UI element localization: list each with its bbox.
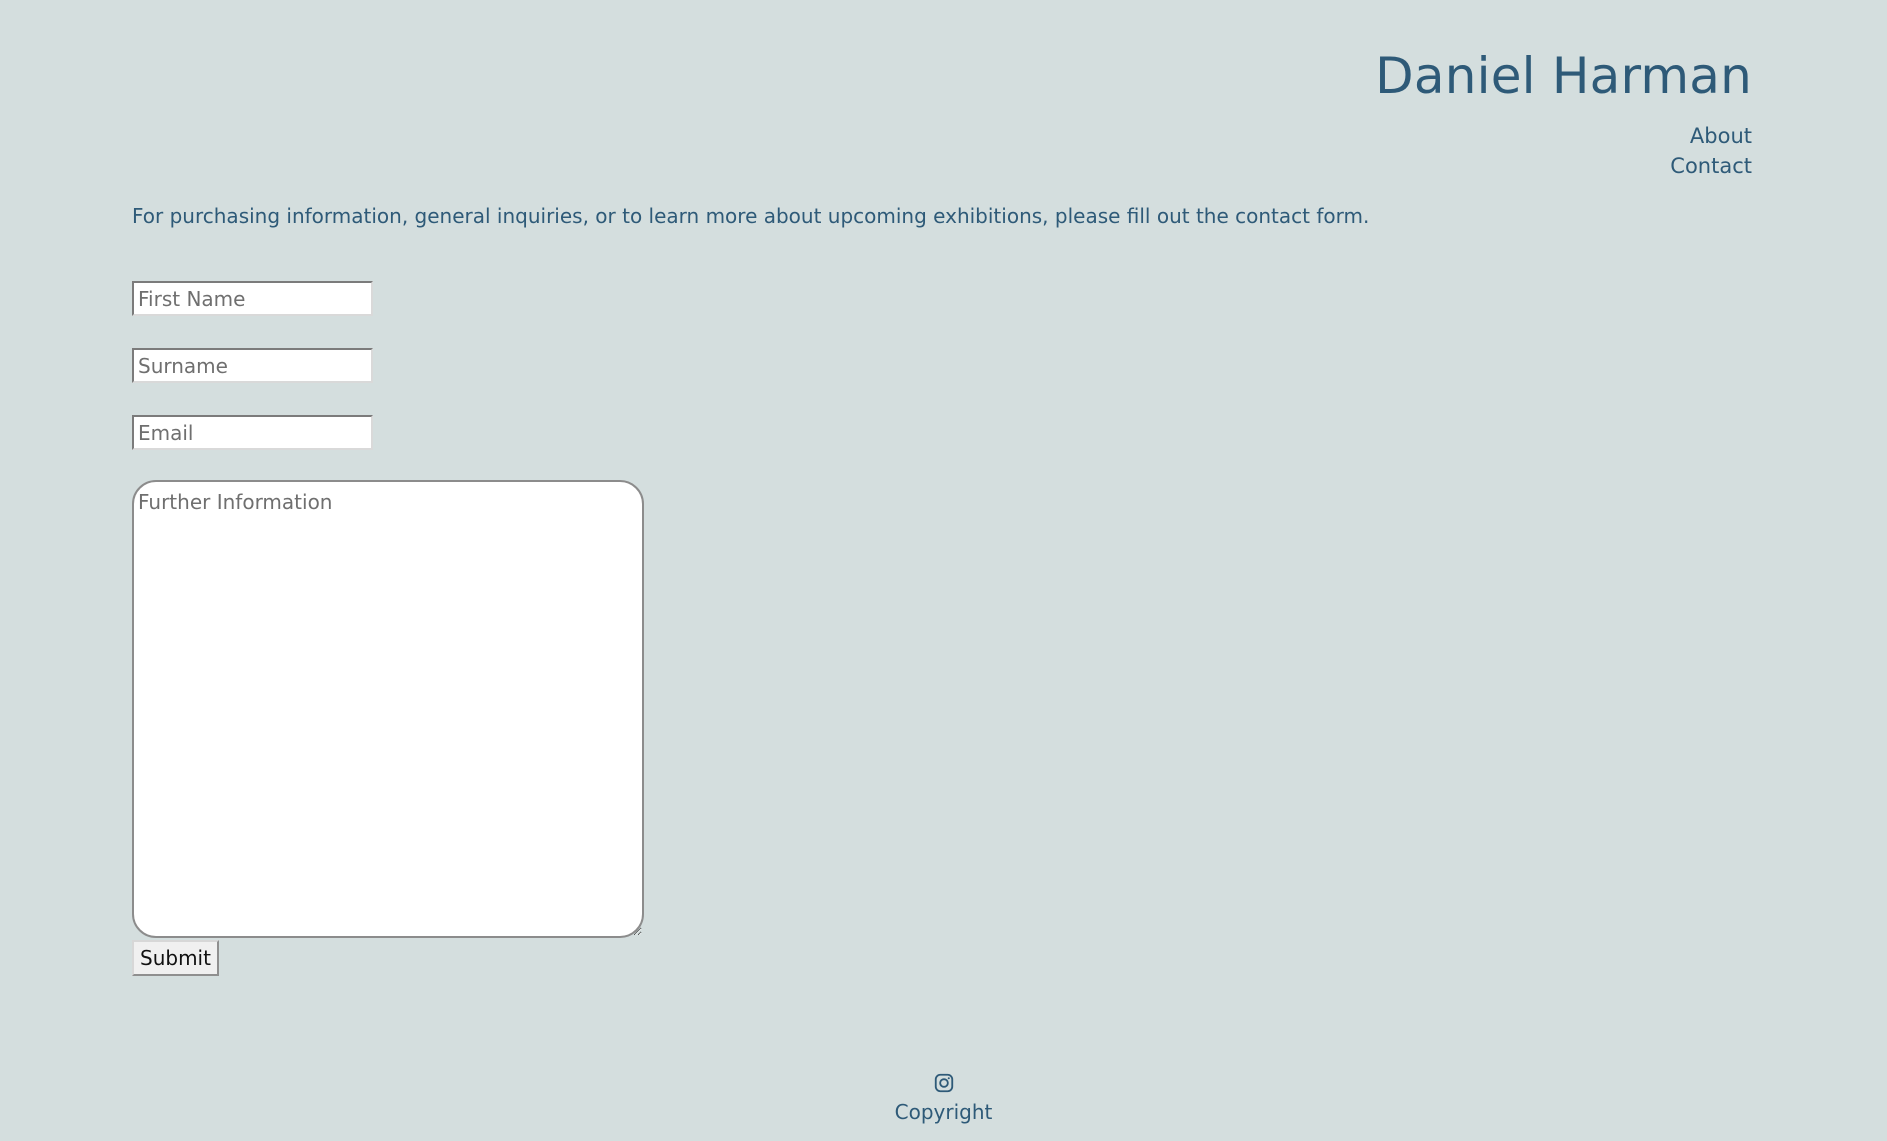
first-name-input[interactable] — [132, 281, 373, 316]
site-header: Daniel Harman About Contact — [1375, 47, 1752, 181]
submit-button[interactable]: Submit — [132, 940, 219, 976]
email-input[interactable] — [132, 415, 373, 450]
site-title: Daniel Harman — [1375, 47, 1752, 105]
site-footer: Copyright — [0, 1072, 1887, 1125]
further-information-textarea[interactable] — [132, 480, 644, 938]
main-navigation: About Contact — [1375, 121, 1752, 181]
copyright-text: Copyright — [894, 1100, 993, 1124]
nav-about-link[interactable]: About — [1375, 121, 1752, 151]
nav-contact-link[interactable]: Contact — [1375, 151, 1752, 181]
contact-intro-text: For purchasing information, general inqu… — [132, 204, 1370, 228]
instagram-icon[interactable] — [933, 1072, 955, 1094]
surname-input[interactable] — [132, 348, 373, 383]
contact-form: Submit — [132, 281, 644, 976]
